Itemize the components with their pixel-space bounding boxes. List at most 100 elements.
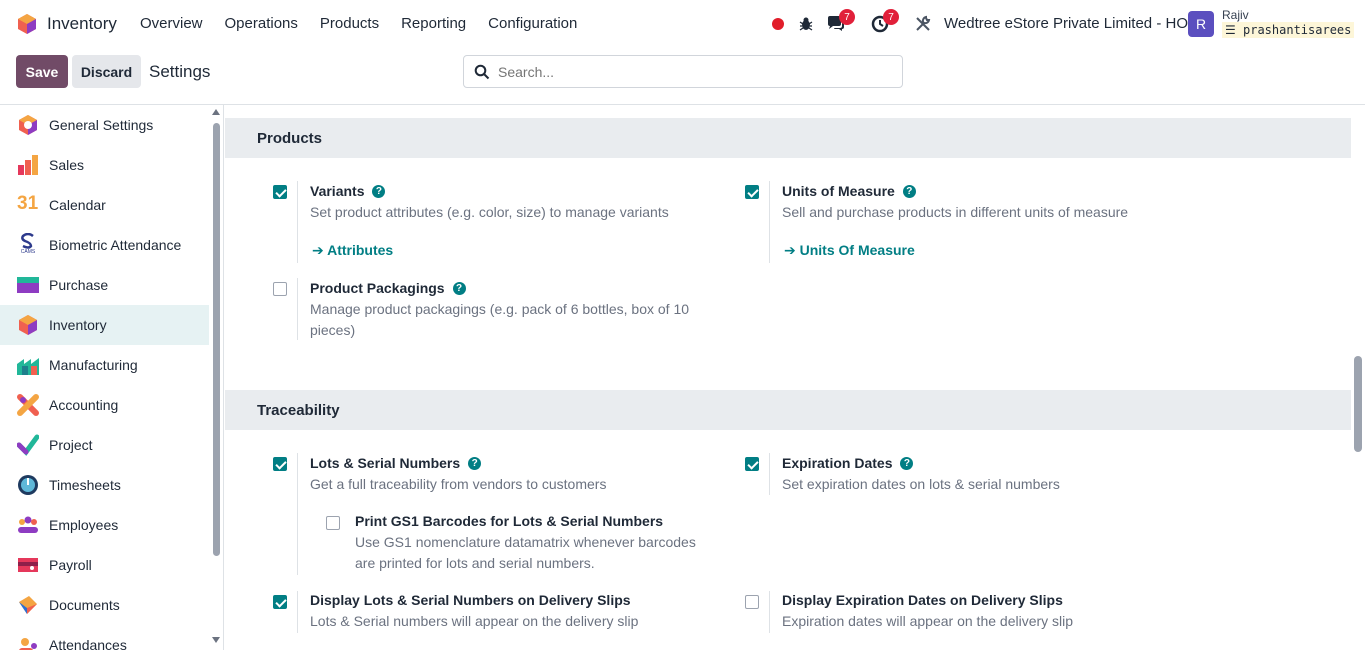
setting-description: Expiration dates will appear on the deli… [782, 613, 1074, 629]
link-label: Attributes [327, 242, 394, 258]
menu-configuration[interactable]: Configuration [488, 15, 577, 32]
sidebar-item-label: Attendances [49, 637, 127, 650]
arrow-right-icon: ➔ [784, 242, 796, 258]
sidebar-item-payroll[interactable]: Payroll [0, 545, 209, 585]
database-name: ☰ prashantisarees [1222, 22, 1355, 38]
packagings-checkbox[interactable] [273, 282, 287, 296]
bug-icon[interactable] [795, 13, 817, 35]
display-lots-setting: Display Lots & Serial Numbers on Deliver… [310, 592, 631, 608]
menu-products[interactable]: Products [320, 15, 379, 32]
variants-checkbox[interactable] [273, 185, 287, 199]
page-title: Settings [149, 62, 211, 81]
units-of-measure-link[interactable]: ➔ Units Of Measure [784, 242, 915, 259]
sidebar-item-label: Manufacturing [49, 357, 138, 373]
help-icon[interactable]: ? [902, 184, 916, 198]
divider [769, 181, 770, 263]
packagings-setting: Product Packagings ? [310, 280, 466, 296]
sidebar-item-project[interactable]: Project [0, 425, 209, 465]
display-lots-checkbox[interactable] [273, 595, 287, 609]
sidebar-item-employees[interactable]: Employees [0, 505, 209, 545]
setting-description: Set expiration dates on lots & serial nu… [782, 476, 1060, 492]
gs1-setting: Print GS1 Barcodes for Lots & Serial Num… [355, 513, 663, 529]
sidebar-item-manufacturing[interactable]: Manufacturing [0, 345, 209, 385]
sidebar-item-sales[interactable]: Sales [0, 145, 209, 185]
search-icon [474, 64, 490, 79]
expiration-checkbox[interactable] [745, 457, 759, 471]
menu-reporting[interactable]: Reporting [401, 15, 466, 32]
sidebar-scroll-up-icon[interactable] [212, 109, 220, 115]
menu-overview[interactable]: Overview [140, 15, 203, 32]
help-icon[interactable]: ? [900, 456, 914, 470]
payroll-icon [18, 558, 38, 572]
content-scrollbar[interactable] [1354, 356, 1362, 452]
sidebar-item-label: Biometric Attendance [49, 237, 182, 253]
recording-dot-icon[interactable] [772, 18, 784, 30]
sidebar-item-timesheets[interactable]: Timesheets [0, 465, 209, 505]
inventory-app-icon[interactable] [16, 13, 38, 35]
gs1-checkbox[interactable] [326, 516, 340, 530]
main-menu: Overview Operations Products Reporting C… [140, 15, 599, 32]
divider [769, 453, 770, 495]
documents-icon [19, 596, 37, 614]
accounting-icon [17, 394, 39, 416]
setting-description: Lots & Serial numbers will appear on the… [310, 613, 639, 629]
display-expiration-checkbox[interactable] [745, 595, 759, 609]
variants-setting: Variants ? [310, 183, 386, 199]
tools-icon[interactable] [912, 13, 934, 35]
arrow-right-icon: ➔ [312, 242, 324, 258]
user-name[interactable]: Rajiv [1222, 8, 1249, 22]
section-header-products: Products [225, 118, 1351, 158]
sidebar-item-label: Project [49, 437, 93, 453]
activities-clock-icon[interactable]: 7 [869, 9, 899, 35]
settings-content: Products Variants ? Set product attribut… [225, 105, 1365, 650]
user-avatar[interactable]: R [1188, 11, 1214, 37]
settings-sidebar: General Settings Sales 31 Calendar CAMS … [0, 105, 224, 650]
sidebar-item-inventory[interactable]: Inventory [0, 305, 209, 345]
database-icon: ☰ [1225, 23, 1236, 37]
sidebar-item-label: Purchase [49, 277, 109, 293]
search-box[interactable] [463, 55, 903, 88]
lots-checkbox[interactable] [273, 457, 287, 471]
attributes-link[interactable]: ➔ Attributes [312, 242, 393, 259]
setting-title: Print GS1 Barcodes for Lots & Serial Num… [355, 513, 664, 529]
uom-checkbox[interactable] [745, 185, 759, 199]
sidebar-item-documents[interactable]: Documents [0, 585, 209, 625]
menu-operations[interactable]: Operations [225, 15, 298, 32]
setting-description: are printed for lots and serial numbers. [355, 555, 595, 571]
help-icon[interactable]: ? [452, 281, 466, 295]
divider [769, 591, 770, 633]
help-icon[interactable]: ? [372, 184, 386, 198]
top-navbar: Inventory Overview Operations Products R… [0, 0, 1365, 48]
sidebar-item-accounting[interactable]: Accounting [0, 385, 209, 425]
link-label: Units Of Measure [799, 242, 915, 258]
sidebar-item-label: General Settings [49, 117, 154, 133]
sidebar-scrollbar[interactable] [213, 123, 220, 556]
company-switcher[interactable]: Wedtree eStore Private Limited - HO [944, 15, 1188, 32]
messages-badge: 7 [839, 9, 855, 25]
general-settings-icon [19, 115, 37, 135]
setting-description: Use GS1 nomenclature datamatrix whenever… [355, 534, 696, 550]
sidebar-item-label: Documents [49, 597, 120, 613]
search-input[interactable] [498, 63, 878, 80]
sidebar-item-biometric-attendance[interactable]: CAMS Biometric Attendance [0, 225, 209, 265]
sidebar-item-label: Timesheets [49, 477, 121, 493]
setting-description: pieces) [310, 322, 356, 338]
sidebar-item-general-settings[interactable]: General Settings [0, 105, 209, 145]
sidebar-item-purchase[interactable]: Purchase [0, 265, 209, 305]
expiration-setting: Expiration Dates ? [782, 455, 914, 471]
discard-button[interactable]: Discard [72, 55, 141, 88]
sidebar-scroll-down-icon[interactable] [212, 637, 220, 643]
sidebar-item-label: Accounting [49, 397, 119, 413]
database-label: prashantisarees [1243, 23, 1352, 37]
sidebar-item-label: Inventory [49, 317, 107, 333]
messages-icon[interactable]: 7 [825, 9, 855, 35]
section-title: Traceability [257, 401, 340, 419]
sidebar-item-calendar[interactable]: 31 Calendar [0, 185, 209, 225]
setting-title: Product Packagings [310, 280, 445, 296]
save-button[interactable]: Save [16, 55, 68, 88]
help-icon[interactable]: ? [468, 456, 482, 470]
app-name[interactable]: Inventory [47, 14, 117, 34]
sidebar-item-attendances[interactable]: Attendances [0, 625, 209, 650]
uom-setting: Units of Measure ? [782, 183, 916, 199]
manufacturing-icon [17, 358, 39, 375]
